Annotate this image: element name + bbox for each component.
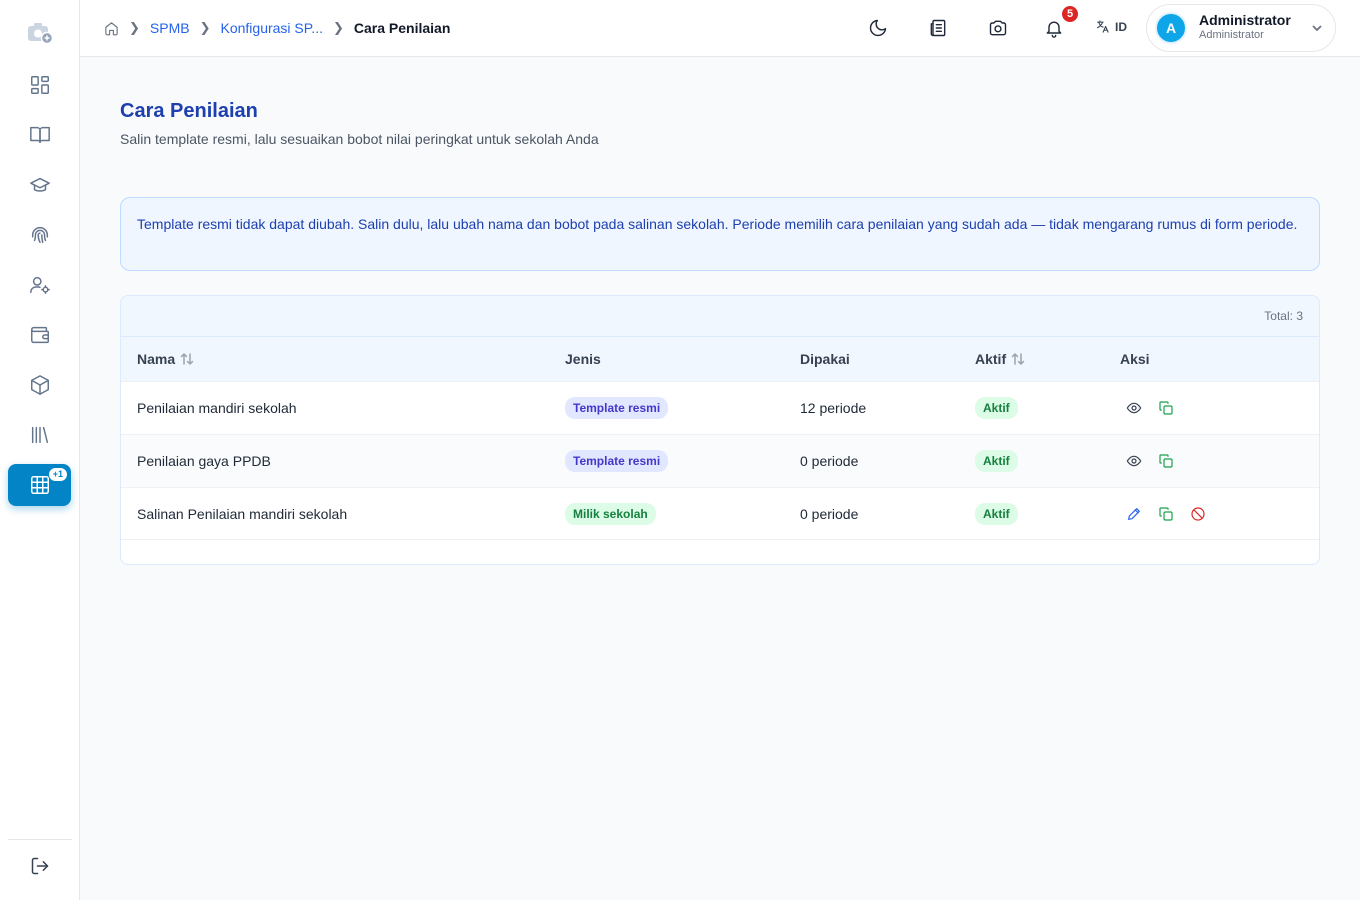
avatar: A — [1155, 12, 1187, 44]
bell-icon[interactable]: 5 — [1042, 4, 1080, 40]
column-label-nama: Nama — [137, 351, 176, 367]
view-icon[interactable] — [1124, 398, 1144, 418]
breadcrumb: ❯ SPMB ❯ Konfigurasi SP... ❯ Cara Penila… — [104, 18, 450, 38]
newspaper-icon[interactable] — [926, 16, 950, 40]
copy-icon[interactable] — [1156, 504, 1176, 524]
camera-icon[interactable] — [986, 16, 1010, 40]
column-label-dipakai: Dipakai — [800, 351, 850, 367]
notification-badge: 5 — [1060, 4, 1080, 24]
home-icon[interactable] — [104, 21, 119, 36]
user-name: Administrator — [1199, 12, 1291, 28]
page-subtitle: Salin template resmi, lalu sesuaikan bob… — [120, 131, 599, 147]
chevron-right-icon: ❯ — [129, 20, 140, 35]
table-toolbar: Total: 3 — [121, 296, 1319, 337]
table-row: Penilaian gaya PPDB Template resmi 0 per… — [121, 434, 1319, 487]
sidebar-divider — [8, 839, 72, 840]
breadcrumb-current: Cara Penilaian — [353, 20, 451, 36]
status-badge: Aktif — [975, 397, 1018, 419]
dashboard-icon[interactable] — [24, 69, 56, 101]
type-badge: Template resmi — [565, 397, 669, 419]
page-title: Cara Penilaian — [120, 100, 258, 122]
type-badge: Milik sekolah — [565, 503, 656, 525]
table-grid-icon[interactable]: +1 — [8, 464, 71, 506]
user-role: Administrator — [1199, 29, 1264, 41]
column-header-aktif[interactable]: Aktif — [975, 351, 1025, 367]
column-label-jenis: Jenis — [565, 351, 601, 367]
top-header: ❯ SPMB ❯ Konfigurasi SP... ❯ Cara Penila… — [80, 0, 1360, 57]
column-header-nama[interactable]: Nama — [137, 351, 194, 367]
language-switcher[interactable]: ID — [1095, 19, 1127, 34]
sort-icon — [1011, 353, 1025, 365]
table-row: Salinan Penilaian mandiri sekolah Milik … — [121, 487, 1319, 540]
chevron-down-icon — [1312, 25, 1322, 32]
table-header: Nama Jenis Dipakai Aktif Aksi — [121, 337, 1319, 381]
breadcrumb-link-konfigurasi[interactable]: Konfigurasi SP... — [221, 20, 323, 36]
scoring-table: Total: 3 Nama Jenis Dipakai Aktif Aksi P… — [120, 295, 1320, 565]
moon-icon[interactable] — [866, 16, 890, 40]
language-code: ID — [1115, 19, 1127, 34]
copy-icon[interactable] — [1156, 451, 1176, 471]
active-count-badge: +1 — [48, 468, 67, 481]
row-dipakai: 0 periode — [800, 453, 859, 469]
row-nama: Penilaian mandiri sekolah — [137, 400, 297, 416]
package-icon[interactable] — [24, 369, 56, 401]
column-header-aksi: Aksi — [1120, 351, 1150, 367]
chevron-right-icon: ❯ — [332, 20, 344, 35]
graduation-cap-icon[interactable] — [24, 169, 56, 201]
book-icon[interactable] — [24, 119, 56, 151]
view-icon[interactable] — [1124, 451, 1144, 471]
wallet-icon[interactable] — [24, 319, 56, 351]
table-row: Penilaian mandiri sekolah Template resmi… — [121, 381, 1319, 434]
column-header-dipakai: Dipakai — [800, 351, 850, 367]
disable-icon[interactable] — [1188, 504, 1208, 524]
column-label-aktif: Aktif — [975, 351, 1007, 367]
column-label-aksi: Aksi — [1120, 351, 1150, 367]
status-badge: Aktif — [975, 450, 1018, 472]
breadcrumb-link-spmb[interactable]: SPMB — [150, 20, 190, 36]
chevron-right-icon: ❯ — [199, 20, 211, 35]
translate-icon — [1096, 20, 1109, 33]
row-dipakai: 0 periode — [800, 506, 859, 522]
row-dipakai: 12 periode — [800, 400, 867, 416]
info-alert: Template resmi tidak dapat diubah. Salin… — [120, 197, 1320, 271]
row-nama: Salinan Penilaian mandiri sekolah — [137, 506, 348, 522]
library-icon[interactable] — [24, 419, 56, 451]
sidebar: +1 — [0, 0, 80, 900]
row-nama: Penilaian gaya PPDB — [137, 453, 271, 469]
logout-icon[interactable] — [24, 850, 56, 882]
column-header-jenis: Jenis — [565, 351, 601, 367]
copy-icon[interactable] — [1156, 398, 1176, 418]
total-count: Total: 3 — [1264, 309, 1303, 323]
type-badge: Template resmi — [565, 450, 669, 472]
status-badge: Aktif — [975, 503, 1018, 525]
user-settings-icon[interactable] — [24, 269, 56, 301]
camera-plus-icon[interactable] — [26, 18, 54, 46]
sort-icon — [180, 353, 194, 365]
fingerprint-icon[interactable] — [24, 219, 56, 251]
user-menu[interactable]: A Administrator Administrator — [1146, 4, 1336, 52]
edit-icon[interactable] — [1124, 504, 1144, 524]
